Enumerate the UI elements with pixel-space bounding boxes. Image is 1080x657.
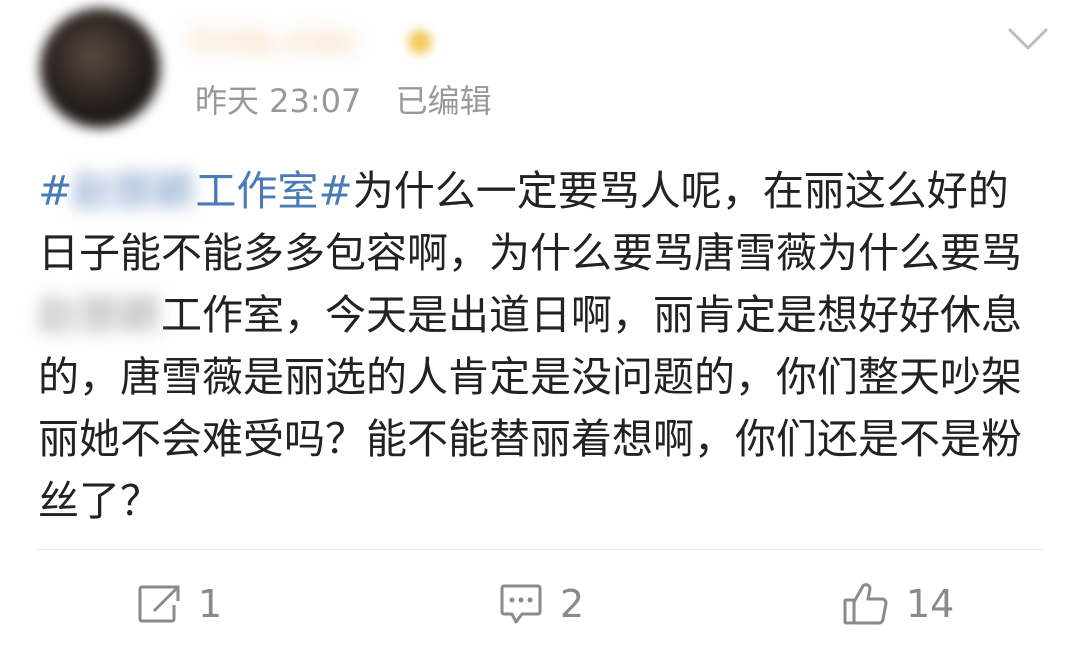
like-count: 14 <box>906 582 955 626</box>
username-text: linda.xiao <box>190 21 355 61</box>
post-time: 昨天 23:07 <box>195 82 362 120</box>
tag-hash-open: # <box>38 167 73 215</box>
tag-name: 工作室 <box>195 167 319 215</box>
share-icon <box>136 583 182 625</box>
comment-count: 2 <box>560 582 585 626</box>
topic-tag[interactable]: #赵丽颖工作室# <box>38 167 353 215</box>
avatar[interactable] <box>40 8 160 128</box>
repost-button[interactable]: 1 <box>136 578 222 630</box>
thumbs-up-icon <box>842 581 890 627</box>
comment-icon <box>498 582 544 626</box>
tag-hash-close: # <box>318 167 353 215</box>
post-body: #赵丽颖工作室#为什么一定要骂人呢，在丽这么好的日子能不能多多包容啊，为什么要骂… <box>38 160 1048 532</box>
post-text-part-2: 工作室，今天是出道日啊，丽肯定是想好好休息的，唐雪薇是丽选的人肯定是没问题的，你… <box>38 291 1022 525</box>
chevron-down-icon[interactable] <box>1006 24 1050 54</box>
divider <box>36 549 1044 550</box>
like-button[interactable]: 14 <box>842 578 954 630</box>
blurred-mention: 赵丽颖 <box>38 291 161 339</box>
edited-label: 已编辑 <box>395 82 492 120</box>
username[interactable]: linda.xiao <box>190 18 440 64</box>
verified-badge-icon <box>408 30 432 54</box>
comment-button[interactable]: 2 <box>498 578 584 630</box>
tag-blurred-name: 赵丽颖 <box>72 167 196 215</box>
repost-count: 1 <box>198 582 223 626</box>
post-meta: 昨天 23:07 已编辑 <box>195 76 492 126</box>
